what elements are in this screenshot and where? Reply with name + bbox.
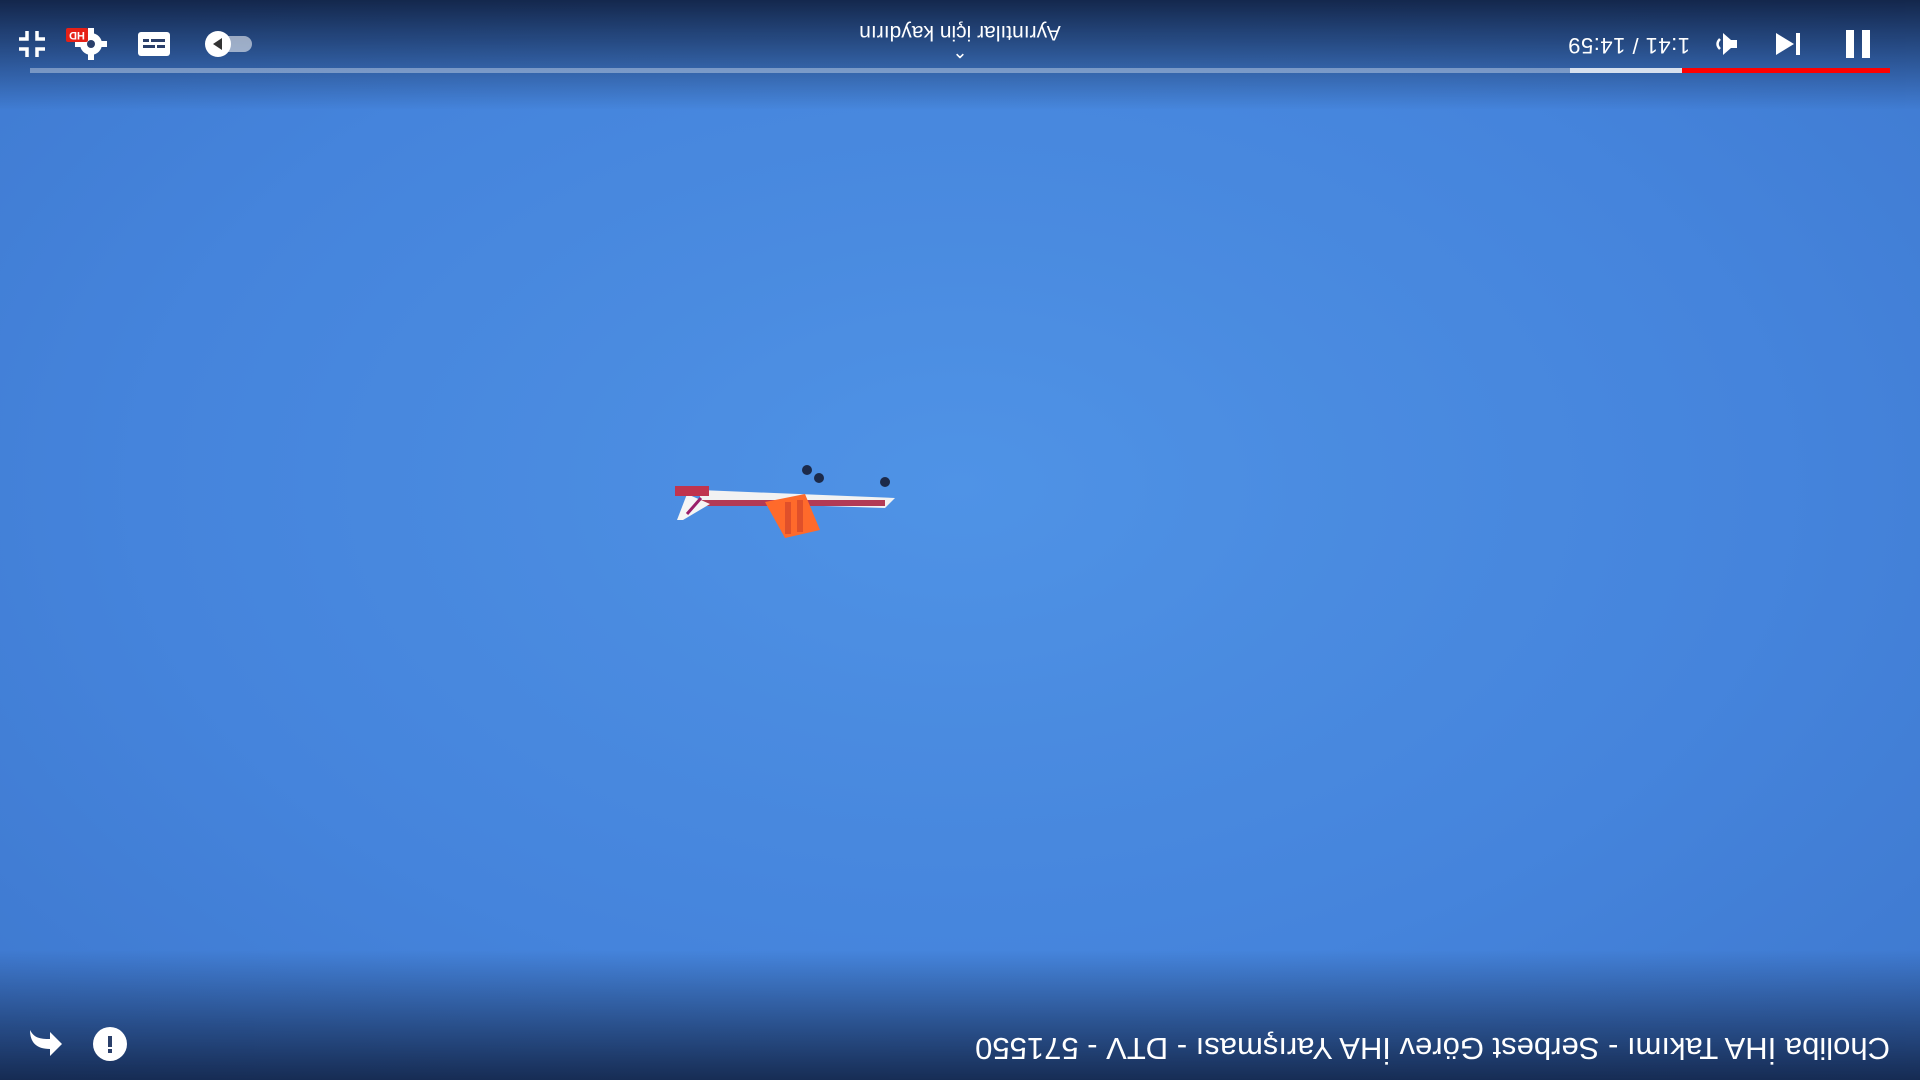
pause-button[interactable] — [1836, 22, 1880, 66]
video-frame: Cholibа İHA Takımı - Serbest Görev İHA Y… — [0, 0, 1920, 1080]
video-title[interactable]: Cholibа İHA Takımı - Serbest Görev İHA Y… — [975, 1030, 1890, 1066]
autoplay-toggle[interactable] — [200, 22, 260, 66]
progress-played — [1681, 68, 1890, 73]
autoplay-toggle-icon — [205, 31, 252, 57]
exit-fullscreen-button[interactable] — [10, 22, 54, 66]
airplane-image — [673, 440, 915, 560]
pause-icon — [1846, 30, 1870, 58]
skip-previous-icon — [1776, 33, 1800, 55]
chevron-up-icon: ⌃ — [952, 41, 968, 61]
back-arrow-icon[interactable] — [24, 1022, 68, 1066]
volume-icon — [1716, 33, 1737, 55]
hd-badge: HD — [66, 28, 88, 42]
captions-icon — [138, 32, 170, 56]
settings-button[interactable]: HD — [66, 22, 110, 66]
time-display: 1:41 / 14:59 — [1567, 33, 1690, 58]
captions-button[interactable] — [132, 22, 176, 66]
exit-fullscreen-icon — [19, 31, 45, 57]
title-bar: Cholibа İHA Takımı - Serbest Görev İHA Y… — [0, 990, 1920, 1080]
player-controls: 1:41 / 14:59 ⌃ Ayrıntılar için kaydırın — [0, 0, 1920, 90]
swipe-hint-label: Ayrıntılar için kaydırın — [859, 21, 1061, 44]
swipe-for-details[interactable]: ⌃ Ayrıntılar için kaydırın — [859, 20, 1061, 61]
video-player[interactable]: Cholibа İHA Takımı - Serbest Görev İHA Y… — [0, 0, 1920, 1080]
progress-bar[interactable] — [30, 68, 1890, 73]
previous-button[interactable] — [1766, 22, 1810, 66]
info-icon[interactable] — [88, 1022, 132, 1066]
volume-button[interactable] — [1704, 22, 1748, 66]
